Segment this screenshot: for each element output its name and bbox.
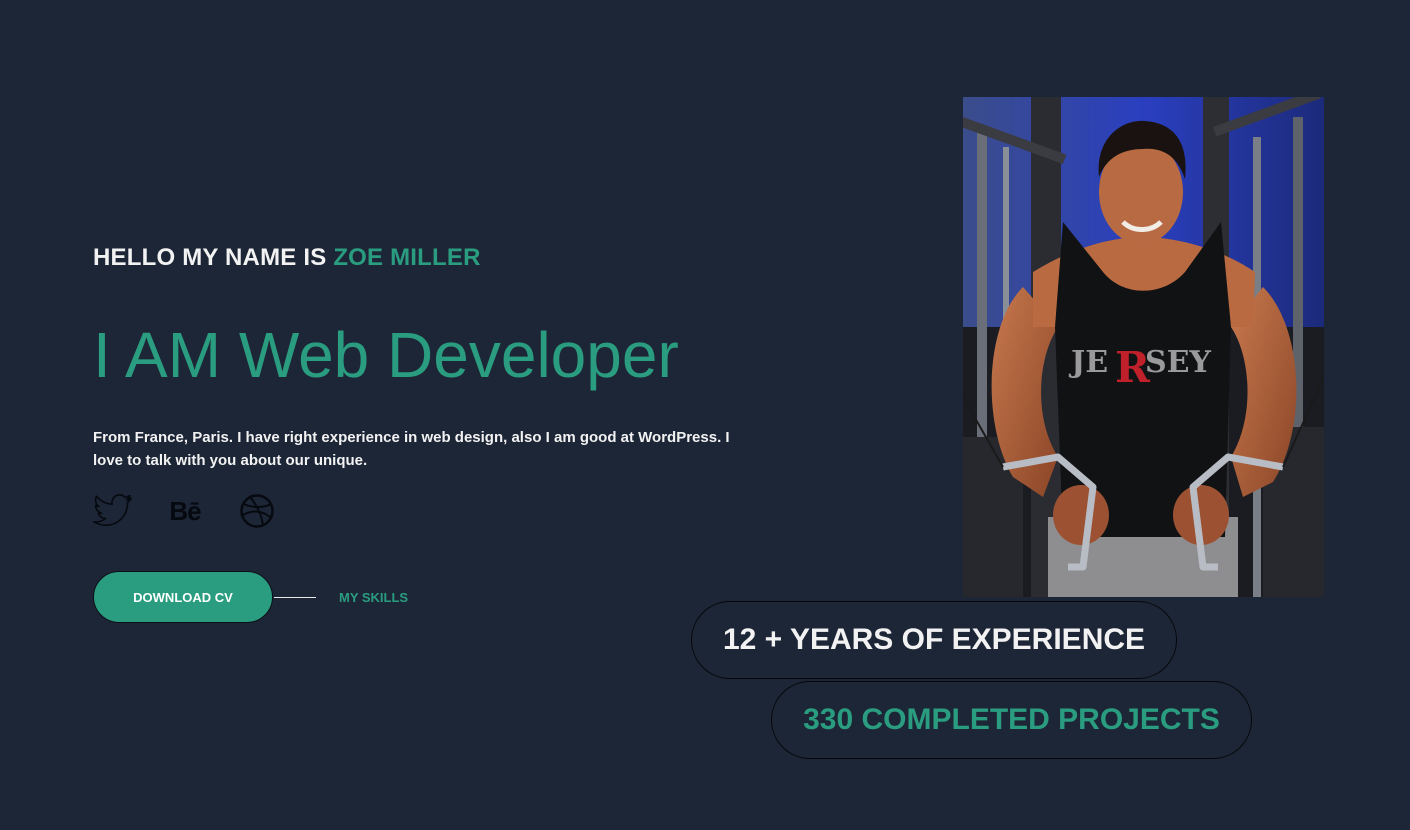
download-cv-button[interactable]: DOWNLOAD CV — [93, 571, 273, 623]
profile-photo: JE R SEY — [963, 97, 1324, 597]
greeting-prefix: HELLO MY NAME IS — [93, 244, 334, 271]
svg-text:SEY: SEY — [1145, 345, 1212, 380]
bio-text: From France, Paris. I have right experie… — [93, 429, 730, 469]
experience-badge: 12 + YEARS OF EXPERIENCE — [691, 601, 1177, 679]
my-skills-link[interactable]: MY SKILLS — [339, 590, 408, 605]
twitter-icon — [93, 494, 133, 526]
social-links: Bē — [93, 491, 309, 531]
projects-badge: 330 COMPLETED PROJECTS — [771, 681, 1252, 759]
behance-link[interactable]: Bē — [165, 491, 205, 531]
developer-name: ZOE MILLER — [333, 244, 481, 271]
profile-photo-image: JE R SEY — [963, 97, 1324, 597]
svg-text:JE: JE — [1068, 345, 1108, 380]
behance-icon: Bē — [169, 495, 201, 526]
page-title: I AM Web Developer — [93, 319, 679, 391]
twitter-link[interactable] — [93, 491, 133, 531]
greeting-heading: HELLO MY NAME IS ZOE MILLER — [93, 244, 481, 272]
dribbble-link[interactable] — [237, 491, 277, 531]
divider-line — [274, 597, 316, 598]
dribbble-icon — [240, 494, 274, 528]
